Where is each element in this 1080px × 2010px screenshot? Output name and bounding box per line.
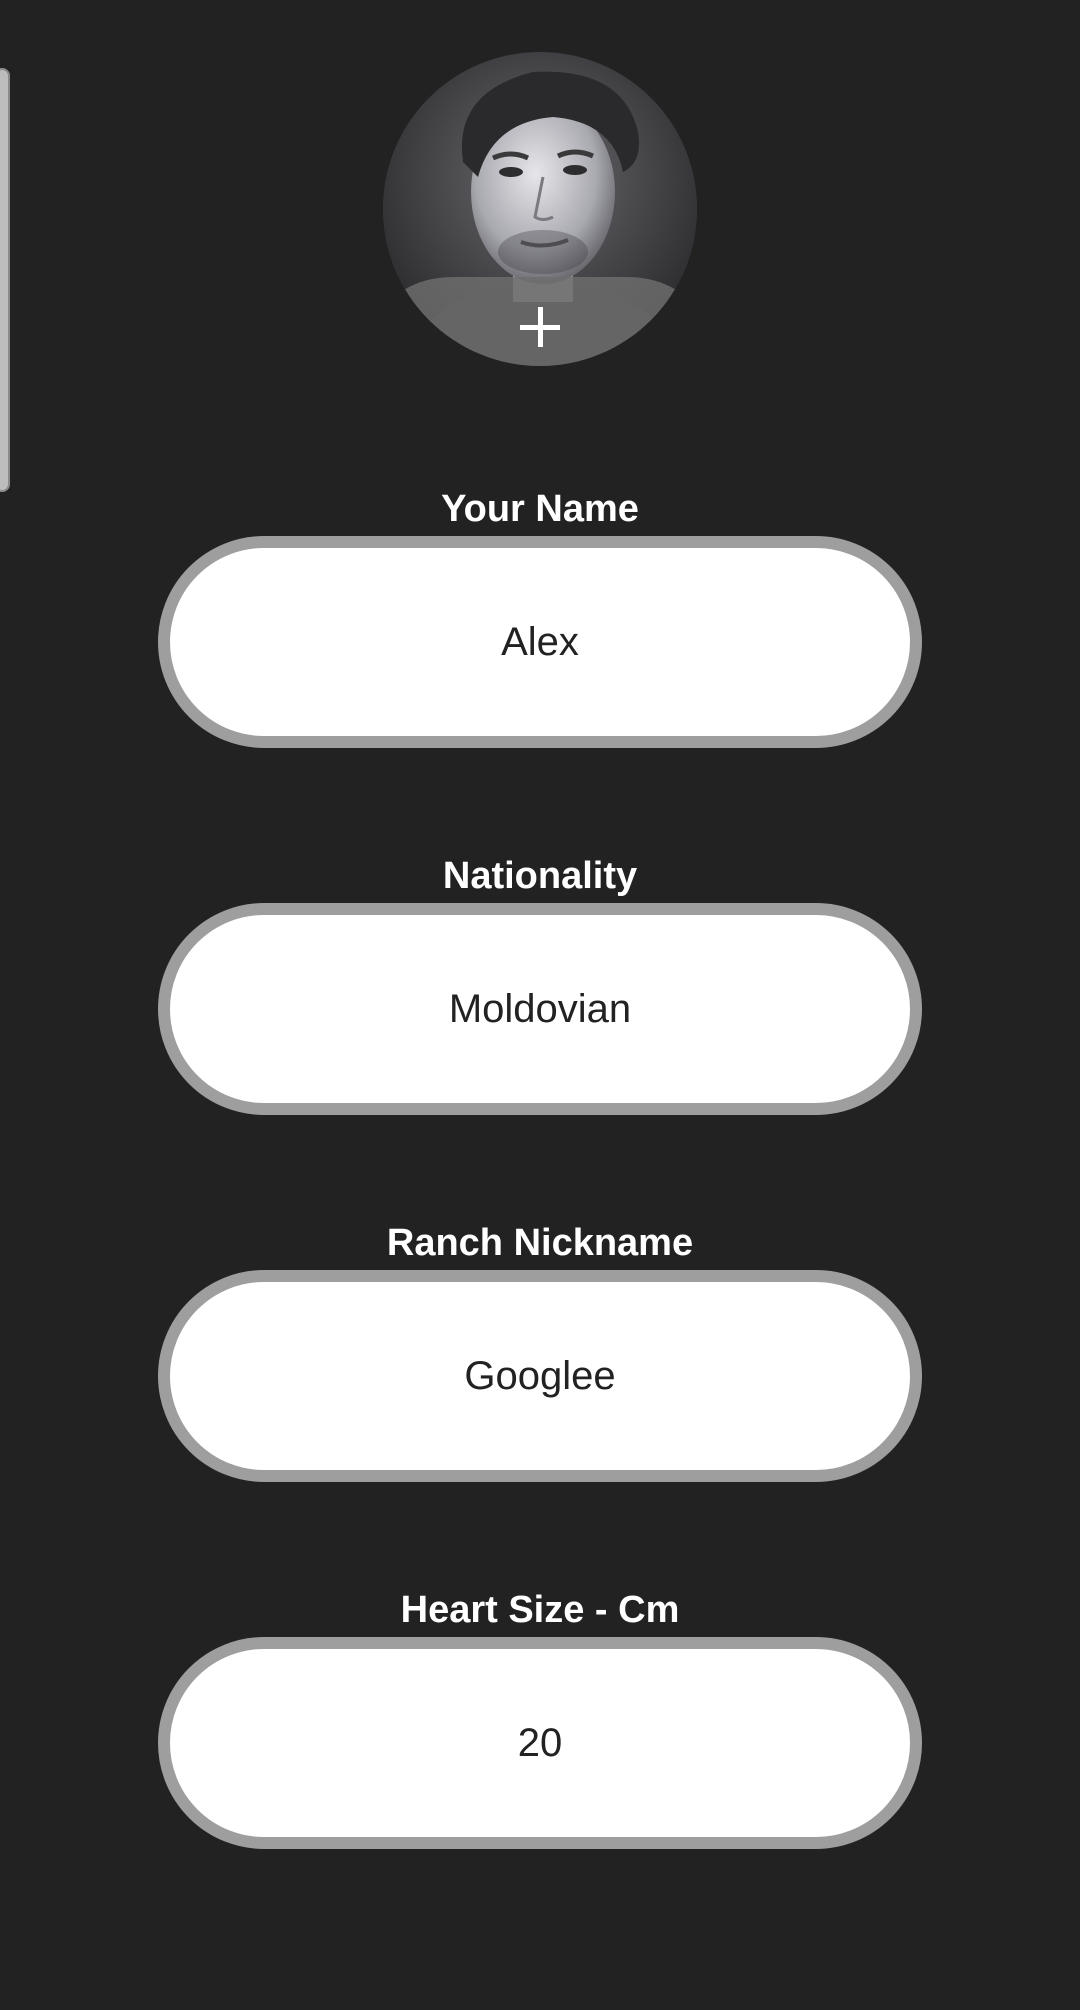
ranch-nickname-label: Ranch Nickname	[386, 1222, 694, 1264]
add-photo-button[interactable]	[383, 277, 697, 366]
name-field[interactable]	[242, 618, 838, 666]
ranch-nickname-field[interactable]	[242, 1352, 838, 1400]
heart-size-field-container	[158, 1637, 922, 1849]
plus-icon	[520, 307, 560, 347]
avatar[interactable]	[383, 52, 697, 366]
drawer-edge-handle[interactable]	[0, 68, 10, 492]
nationality-field-container	[158, 903, 922, 1115]
name-field-container	[158, 536, 922, 748]
heart-size-field[interactable]	[242, 1719, 838, 1767]
nationality-label: Nationality	[442, 855, 638, 897]
ranch-nickname-field-container	[158, 1270, 922, 1482]
nationality-field[interactable]	[242, 985, 838, 1033]
profile-screen: Your Name Nationality Ranch Nickname Hea…	[0, 0, 1080, 2010]
heart-size-label: Heart Size - Cm	[400, 1589, 680, 1631]
name-label: Your Name	[441, 488, 639, 530]
